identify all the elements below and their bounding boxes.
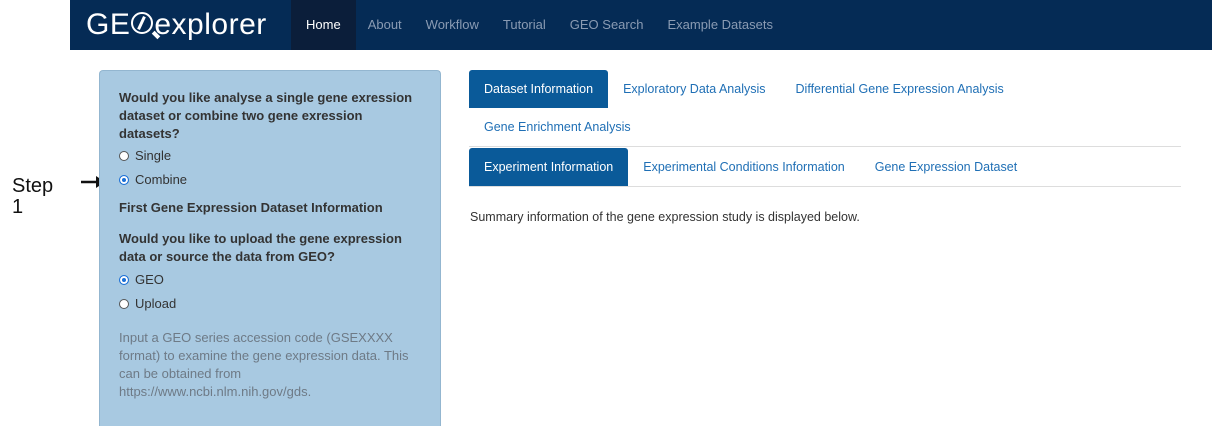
radio-upload-label: Upload [135, 296, 177, 311]
sidebar-panel: Would you like analyse a single gene exr… [99, 70, 441, 426]
nav-example-datasets[interactable]: Example Datasets [655, 0, 785, 50]
magnifier-globe-icon [131, 12, 154, 35]
radio-upload[interactable]: Upload [119, 292, 440, 316]
radio-combine[interactable]: Combine [119, 168, 440, 192]
nav-tutorial[interactable]: Tutorial [491, 0, 558, 50]
radio-unchecked-icon[interactable] [119, 299, 129, 309]
step-label-number: 1 [12, 196, 24, 218]
nav-home[interactable]: Home [291, 0, 356, 50]
analysis-mode-question: Would you like analyse a single gene exr… [119, 90, 413, 141]
radio-checked-icon[interactable] [119, 275, 129, 285]
data-source-question: Would you like to upload the gene expres… [119, 231, 402, 264]
navbar: GE explorer Home About Workflow Tutorial … [70, 0, 1212, 50]
radio-single-label: Single [135, 148, 172, 163]
nav-workflow[interactable]: Workflow [414, 0, 491, 50]
radio-checked-icon[interactable] [119, 175, 129, 185]
tab-exploratory-data-analysis[interactable]: Exploratory Data Analysis [608, 70, 780, 108]
summary-text: Summary information of the gene expressi… [470, 210, 860, 224]
section-title: First Gene Expression Dataset Informatio… [119, 200, 383, 215]
app-logo[interactable]: GE explorer [86, 9, 267, 41]
tab-differential-gene-expression[interactable]: Differential Gene Expression Analysis [781, 70, 1019, 108]
subtab-gene-expression-dataset[interactable]: Gene Expression Dataset [860, 148, 1032, 186]
radio-combine-label: Combine [135, 172, 188, 187]
subtab-experimental-conditions[interactable]: Experimental Conditions Information [628, 148, 860, 186]
radio-geo-label: GEO [135, 272, 164, 287]
logo-text-right: explorer [154, 8, 267, 41]
radio-single[interactable]: Single [119, 144, 440, 168]
step-label: Step 1 [12, 176, 53, 218]
tab-dataset-information[interactable]: Dataset Information [469, 70, 609, 108]
nav-geo-search[interactable]: GEO Search [558, 0, 656, 50]
sub-tabset: Experiment Information Experimental Cond… [469, 148, 1181, 187]
main-tabset: Dataset Information Exploratory Data Ana… [469, 70, 1181, 147]
nav-links: Home About Workflow Tutorial GEO Search … [291, 0, 785, 50]
step-label-word: Step [12, 175, 54, 197]
tab-gene-enrichment-analysis[interactable]: Gene Enrichment Analysis [469, 108, 646, 146]
radio-geo[interactable]: GEO [119, 268, 440, 292]
help-text: Input a GEO series accession code (GSEXX… [119, 330, 409, 399]
logo-text-left: GE [86, 8, 131, 41]
radio-unchecked-icon[interactable] [119, 151, 129, 161]
subtab-experiment-information[interactable]: Experiment Information [469, 148, 629, 186]
nav-about[interactable]: About [356, 0, 414, 50]
